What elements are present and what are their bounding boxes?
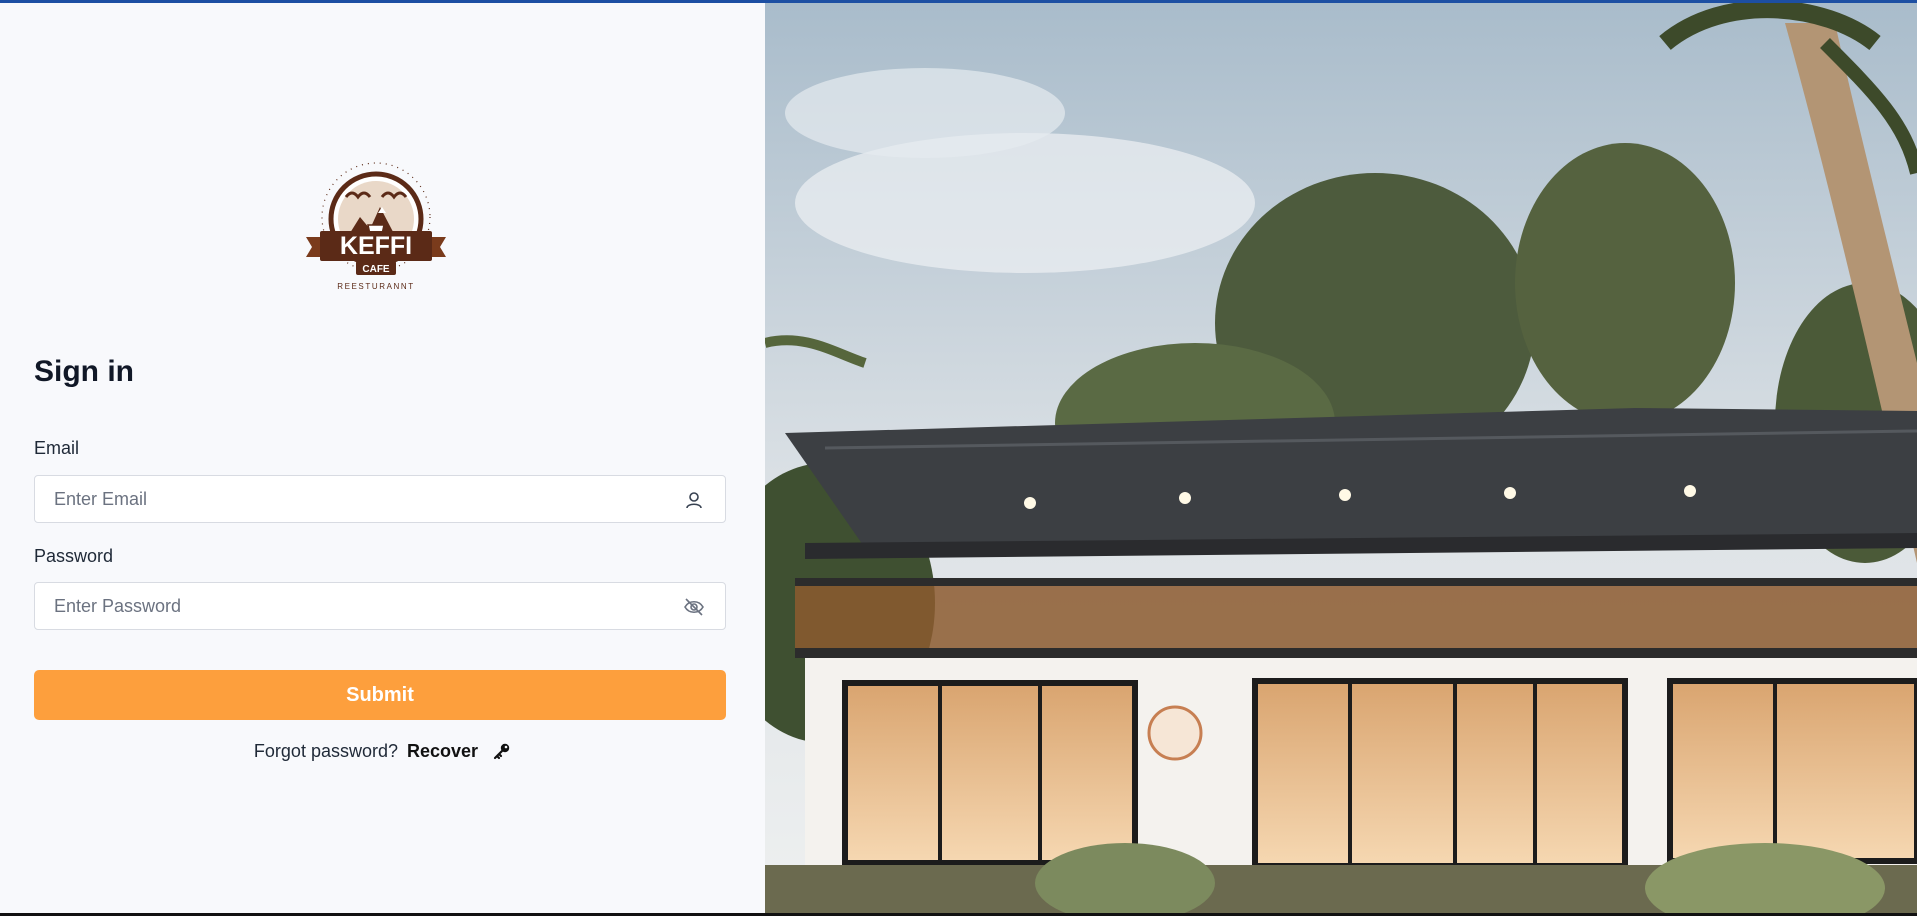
svg-text:CAFE: CAFE	[362, 264, 390, 275]
password-label: Password	[34, 546, 114, 566]
eye-off-icon[interactable]	[683, 596, 705, 618]
forgot-password-text: Forgot password?	[253, 741, 398, 761]
keffi-cafe-logo: KEFFI CAFE REESTURANNT	[306, 162, 446, 291]
email-label: Email	[34, 438, 80, 458]
email-field[interactable]	[34, 475, 726, 523]
recover-link[interactable]: Recover	[407, 741, 478, 761]
submit-button[interactable]: Submit	[34, 670, 726, 720]
email-input[interactable]	[35, 476, 655, 522]
cafe-photo	[765, 3, 1917, 913]
password-field[interactable]	[34, 582, 726, 630]
password-input[interactable]	[35, 583, 655, 629]
svg-text:REESTURANNT: REESTURANNT	[337, 282, 415, 291]
page-title: Sign in	[34, 355, 134, 388]
forgot-password-row: Forgot password? Recover	[0, 741, 765, 762]
key-icon[interactable]	[493, 742, 511, 760]
signin-panel: KEFFI CAFE REESTURANNT Sign in Email Pas…	[0, 3, 765, 913]
svg-text:KEFFI: KEFFI	[340, 232, 412, 260]
user-icon	[686, 492, 702, 509]
